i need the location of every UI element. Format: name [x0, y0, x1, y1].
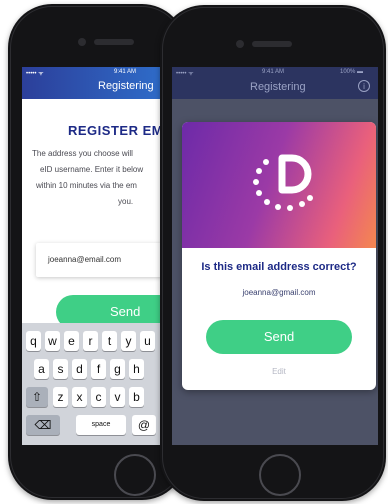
key-x[interactable]: x: [72, 387, 87, 407]
dialog-header: [182, 122, 376, 248]
battery-icon: 100% ▬: [340, 69, 364, 75]
status-time: 9:41 AM: [262, 69, 285, 75]
key-r[interactable]: r: [83, 331, 98, 351]
key-v[interactable]: v: [110, 387, 125, 407]
key-g[interactable]: g: [110, 359, 125, 379]
shift-key[interactable]: ⇧: [26, 387, 48, 407]
email-input-value: joeanna@email.com: [48, 255, 122, 264]
right-phone-screen: ••••• ᯤ 9:41 AM 100% ▬ Registering i Is …: [172, 67, 378, 445]
edit-link[interactable]: Edit: [182, 367, 376, 376]
key-d[interactable]: d: [72, 359, 87, 379]
right-phone-speaker: [252, 41, 292, 47]
right-phone-home-button[interactable]: [259, 454, 301, 496]
key-b[interactable]: b: [129, 387, 144, 407]
description-line-4: you.: [118, 197, 134, 206]
confirm-email-value: joeanna@gmail.com: [242, 288, 316, 297]
left-phone-camera: [78, 38, 86, 46]
description-line-2: eID username. Enter it below: [40, 165, 144, 174]
key-f[interactable]: f: [91, 359, 106, 379]
at-key[interactable]: @: [132, 415, 156, 435]
left-phone-speaker: [94, 39, 134, 45]
left-navbar: ••••• ᯤ 9:41 AM Registering: [22, 67, 172, 99]
confirm-question: Is this email address correct?: [201, 261, 357, 273]
right-phone-camera: [236, 40, 244, 48]
key-w[interactable]: w: [45, 331, 60, 351]
register-heading: REGISTER EM: [68, 123, 164, 138]
key-h[interactable]: h: [129, 359, 144, 379]
key-y[interactable]: y: [121, 331, 136, 351]
right-navbar: ••••• ᯤ 9:41 AM 100% ▬ Registering i: [172, 67, 378, 99]
key-e[interactable]: e: [64, 331, 79, 351]
signal-icon: ••••• ᯤ: [26, 71, 44, 77]
email-input[interactable]: joeanna@email.com: [36, 243, 172, 277]
status-time: 9:41 AM: [114, 69, 137, 75]
key-c[interactable]: c: [91, 387, 106, 407]
key-s[interactable]: s: [53, 359, 68, 379]
key-u[interactable]: u: [140, 331, 155, 351]
backspace-key[interactable]: ⌫: [26, 415, 60, 435]
keyboard: q w e r t y u a s d f g h ⇧ z x c v b ⌫ …: [22, 323, 172, 445]
space-key[interactable]: space: [76, 415, 126, 435]
description-line-1: The address you choose will: [32, 149, 133, 158]
key-q[interactable]: q: [26, 331, 41, 351]
info-icon[interactable]: i: [358, 80, 370, 92]
send-button-label: Send: [110, 304, 141, 319]
nav-title: Registering: [250, 81, 306, 93]
left-phone-screen: ••••• ᯤ 9:41 AM Registering REGISTER EM …: [22, 67, 172, 445]
key-a[interactable]: a: [34, 359, 49, 379]
nav-title: Registering: [98, 80, 154, 92]
description-line-3: within 10 minutes via the em: [36, 181, 137, 190]
left-phone-home-button[interactable]: [114, 454, 156, 496]
eid-logo-icon: [253, 154, 313, 211]
key-z[interactable]: z: [53, 387, 68, 407]
send-button[interactable]: Send: [206, 320, 352, 354]
confirm-email-dialog: Is this email address correct? joeanna@g…: [182, 122, 376, 390]
signal-icon: ••••• ᯤ: [176, 71, 194, 77]
key-t[interactable]: t: [102, 331, 117, 351]
